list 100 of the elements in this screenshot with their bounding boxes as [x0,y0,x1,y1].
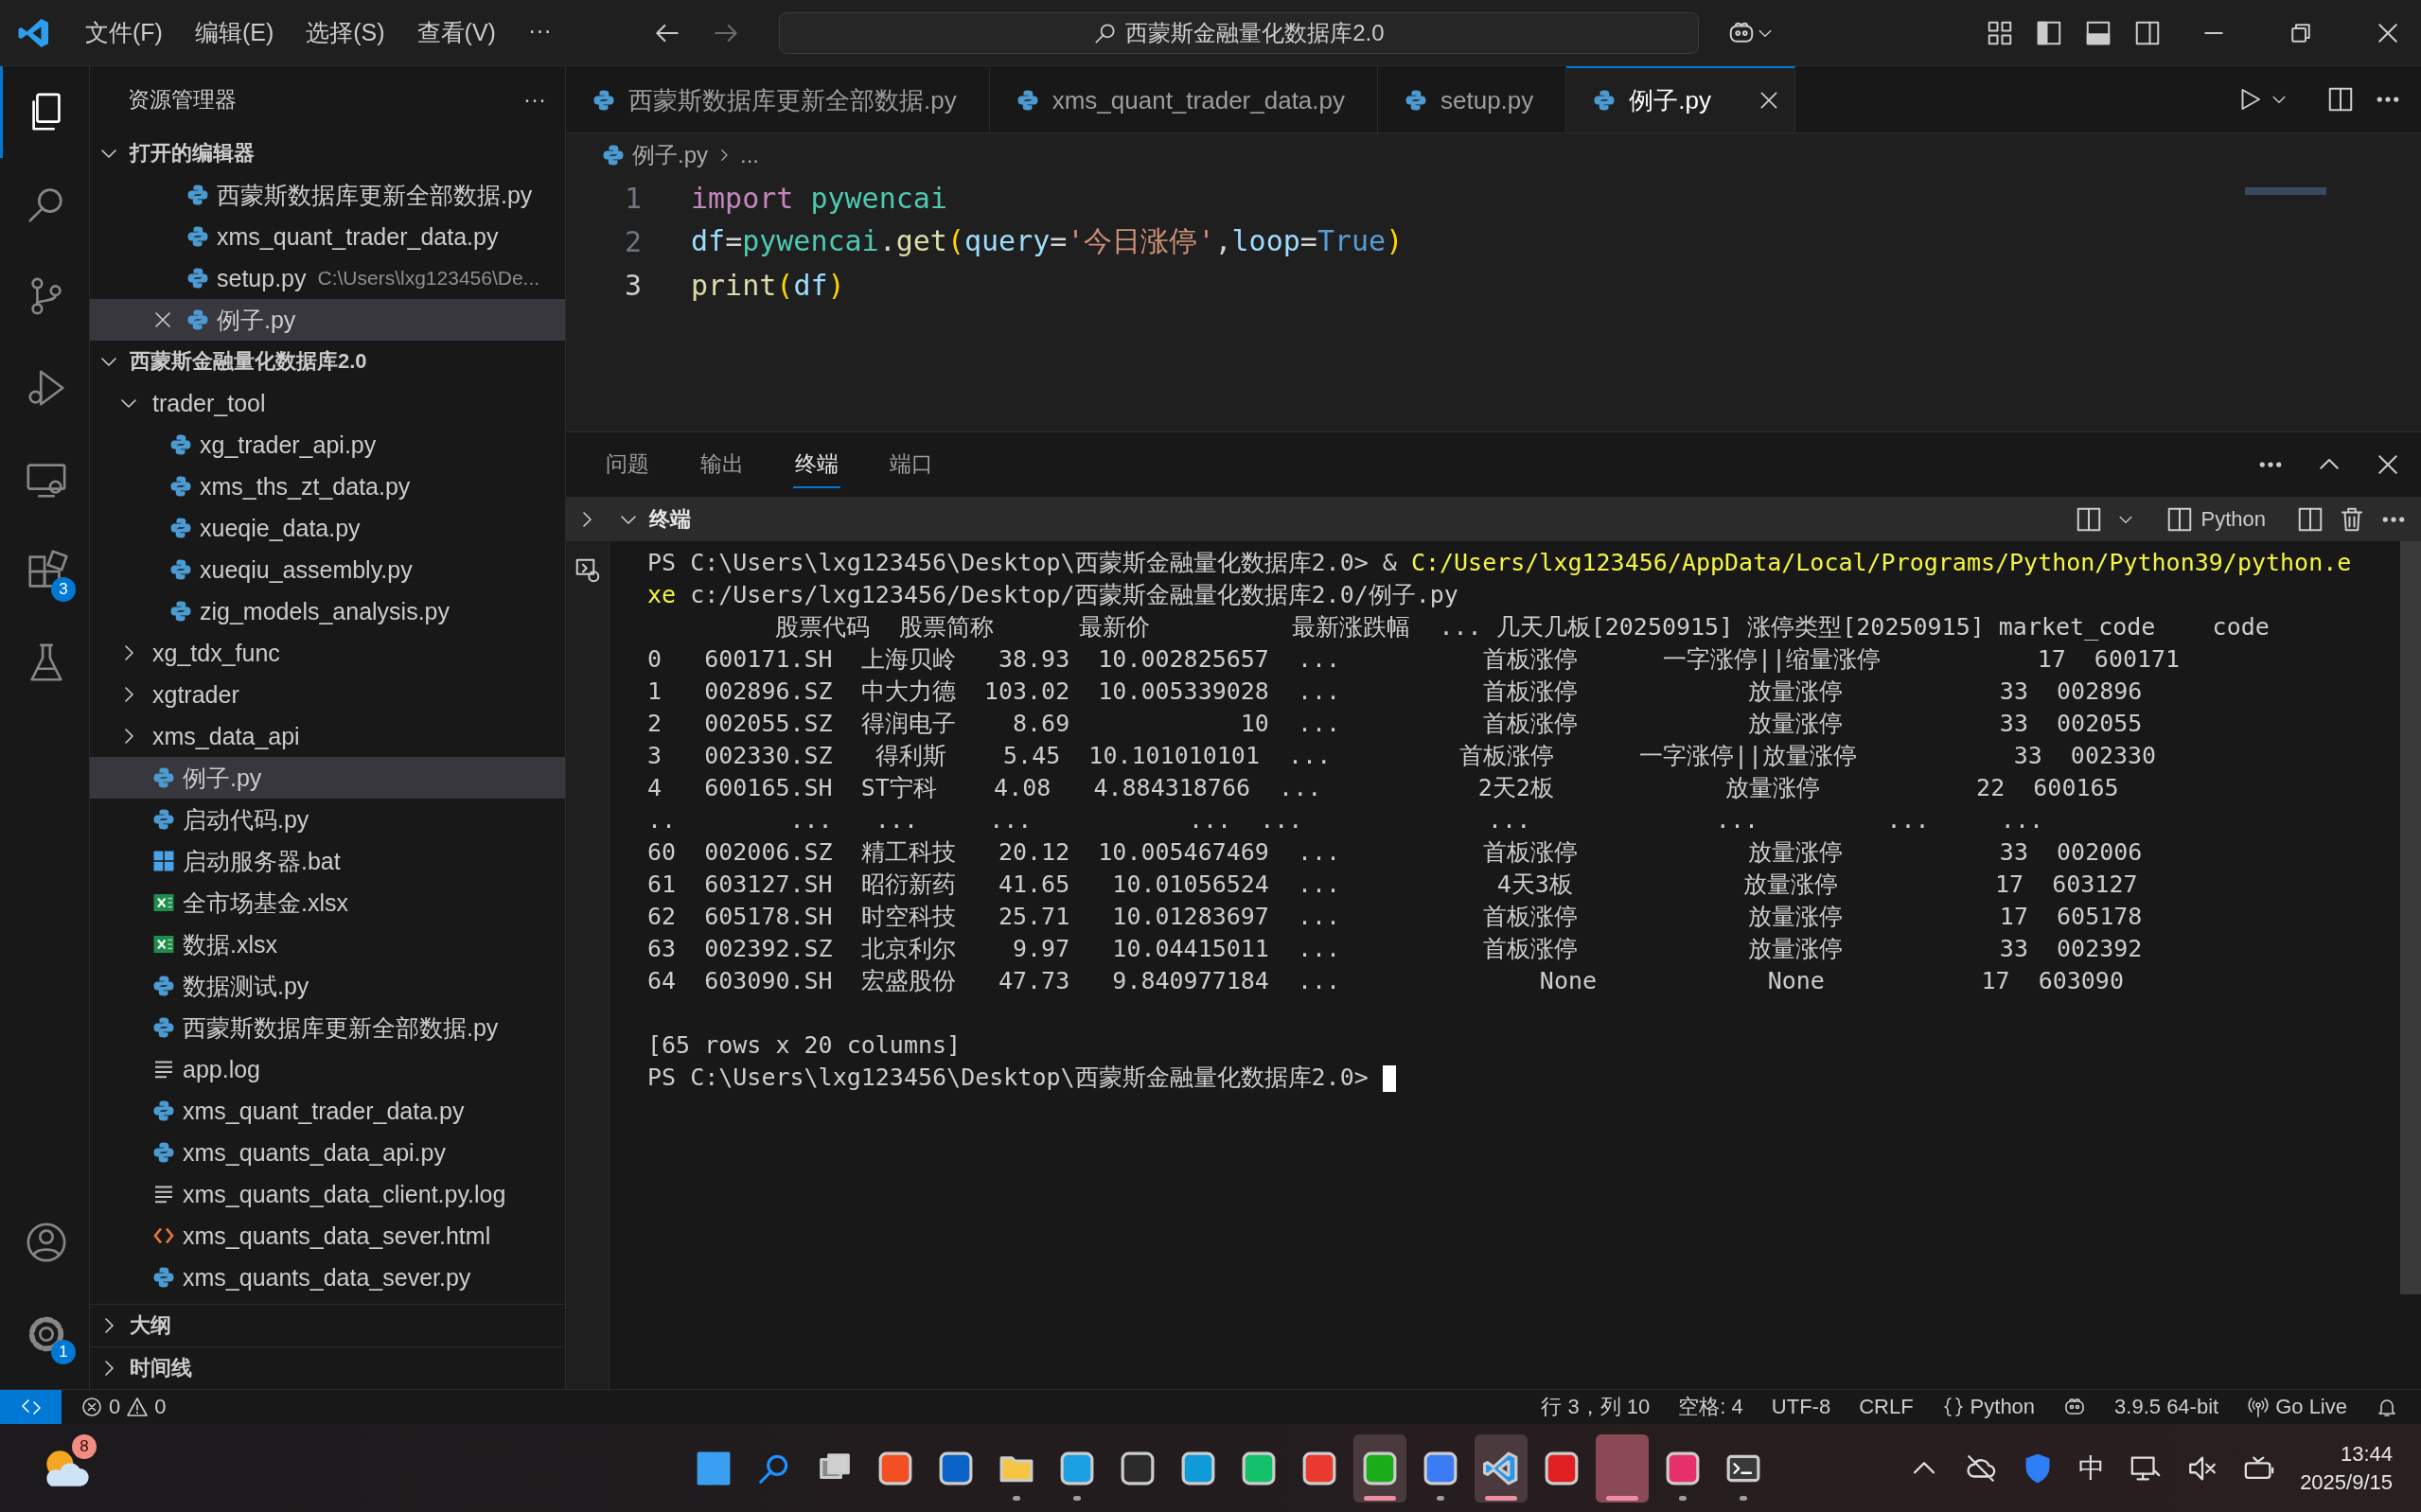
sidebar-title: 资源管理器 [128,85,237,114]
editor-tab[interactable]: xms_quant_trader_data.py [989,66,1378,132]
tree-item[interactable]: 例子.py [90,757,565,799]
menu-item[interactable]: ··· [521,13,557,52]
tree-item[interactable]: 数据测试.py [90,965,565,1007]
code-line: import pywencai [691,181,947,215]
tree-item[interactable]: trader_tool [90,382,565,424]
status-item[interactable]: CRLF [1859,1395,1914,1419]
terminal-line: xe c:/Users/lxg123456/Desktop/西蒙斯金融量化数据库2.0/例子.py [647,580,1459,610]
tree-item[interactable]: 启动代码.py [90,799,565,840]
command-search-field[interactable]: 西蒙斯金融量化数据库2.0 [778,11,1699,54]
code-line: df=pywencai.get(query='今日涨停',loop=True) [691,222,1404,259]
menu-item[interactable]: 文件(F) [80,13,168,52]
tree-item[interactable]: 数据.xlsx [90,923,565,965]
menu-item[interactable]: 查看(V) [411,13,502,52]
python-file-icon [1593,89,1617,112]
editor-tab[interactable]: 例子.py [1566,66,1795,132]
tree-item[interactable]: xms_quants_data_sever.py [90,1257,565,1298]
tree-item[interactable]: 西蒙斯数据库更新全部数据.py [90,174,565,216]
clock-button[interactable]: 13:44 2025/9/15 [2300,1439,2393,1497]
section-header[interactable]: 时间线 [90,1347,565,1389]
terminal-line: 62 605178.SH 时空科技 25.71 10.01283697 ... 首板涨停 放量涨停 17 605178 [647,902,2144,932]
tree-item[interactable]: xueqiu_assembly.py [90,549,565,590]
tree-item[interactable]: xms_quants_data_client.py.log [90,1173,565,1215]
python-file-icon [592,89,615,112]
tree-item[interactable]: xueqie_data.py [90,507,565,549]
tree-item[interactable]: xms_quants_data_sever.html [90,1215,565,1257]
tree-item[interactable]: 西蒙斯数据库更新全部数据.py [90,1007,565,1048]
windows-logo-icon [152,850,175,872]
section-header[interactable]: 打开的编辑器 [90,132,565,174]
python-file-icon [169,558,192,581]
count-badge: 3 [51,577,76,602]
status-item[interactable]: UTF-8 [1771,1395,1831,1419]
python-file-icon [152,766,175,789]
breadcrumb-item[interactable]: ... [740,141,760,168]
panel-tab[interactable]: 端口 [888,441,935,488]
tree-item[interactable]: xg_trader_api.py [90,424,565,466]
taskbar-app-button[interactable] [1353,1433,1406,1503]
terminal-line: [65 rows x 20 columns] [647,1030,963,1061]
section-header[interactable]: 西蒙斯金融量化数据库2.0 [90,341,565,382]
python-file-icon [152,1099,175,1122]
tree-item[interactable]: xgtrader [90,674,565,715]
tree-item[interactable]: xms_quant_trader_data.py [90,216,565,257]
line-number: 2 [623,224,642,258]
code-line: print(df) [691,268,845,302]
tree-item[interactable]: xms_quant_trader_data.py [90,1090,565,1132]
panel-tab[interactable]: 终端 [793,441,840,488]
python-file-icon [169,433,192,456]
python-file-icon [169,517,192,539]
terminal-line: 64 603090.SH 宏盛股份 47.73 9.840977184 ... None None 17 603090 [647,966,2125,996]
spreadsheet-icon [152,891,175,914]
panel-tab[interactable]: 输出 [698,441,746,488]
warning-icon [126,1396,150,1418]
section-header[interactable]: 大纲 [90,1305,565,1346]
go-live-button[interactable]: Go Live [2247,1395,2347,1419]
tree-item[interactable]: 例子.py [90,299,565,341]
python-file-icon [169,600,192,623]
python-file-icon [169,475,192,498]
editor-tab[interactable]: 西蒙斯数据库更新全部数据.py [566,66,990,132]
broadcast-icon [2247,1396,2271,1418]
count-badge: 1 [51,1340,76,1364]
text-lines-icon [152,1183,175,1205]
scrollbar[interactable] [2400,541,2421,1294]
panel-tab[interactable]: 问题 [604,441,651,488]
terminal-line: 2 002055.SZ 得润电子 8.69 10 ... 首板涨停 放量涨停 33 002055 [647,709,2144,739]
tree-item[interactable]: zig_models_analysis.py [90,590,565,632]
more-actions-button[interactable]: ··· [523,86,546,113]
terminal-line: 1 002896.SZ 中大力德 103.02 10.005339028 ... 首板涨停 放量涨停 33 002896 [647,677,2144,707]
status-item[interactable]: 行 3，列 10 [1541,1393,1651,1421]
line-number: 3 [623,268,642,302]
tree-item[interactable]: xms_quants_data_api.py [90,1132,565,1173]
tree-item[interactable]: xms_data_api [90,715,565,757]
terminal-shell-tab[interactable]: Python [2165,504,2266,534]
menu-item[interactable]: 编辑(E) [188,13,280,52]
tree-item[interactable]: app.log [90,1048,565,1090]
tree-item[interactable]: setup.py C:\Users\lxg123456\De... [90,257,565,299]
status-item[interactable]: 3.9.5 64-bit [2114,1395,2219,1419]
tree-item[interactable]: xg_tdx_func [90,632,565,674]
breadcrumb-item[interactable]: 例子.py [632,139,708,170]
error-icon [80,1396,103,1418]
tree-item[interactable]: xms_ths_zt_data.py [90,466,565,507]
input-method-button[interactable]: 中 [2078,1450,2106,1486]
python-file-icon [602,143,625,167]
python-file-icon [186,308,209,331]
language-mode-button[interactable]: Python [1941,1395,2036,1419]
terminal-line: 4 600165.SH ST宁科 4.08 4.884318766 ... 2天2板 放量涨停 22 600165 [647,773,2120,803]
taskbar-app-button[interactable] [1596,1433,1649,1503]
python-file-icon [152,1266,175,1289]
menu-item[interactable]: 选择(S) [300,13,391,52]
terminal-line: .. ... ... ... ... ... ... ... ... ... [647,805,2045,835]
tree-item[interactable]: 启动服务器.bat [90,840,565,882]
split-editor-icon[interactable] [2326,85,2355,114]
problems-button[interactable]: 0 0 [80,1395,167,1419]
taskbar-app-button[interactable] [1475,1433,1528,1503]
text-lines-icon [152,1058,175,1081]
python-file-icon [152,808,175,831]
tree-item[interactable]: 全市场基金.xlsx [90,882,565,923]
file-path-text: C:\Users\lxg123456\De... [317,267,540,290]
terminal-line: 0 600171.SH 上海贝岭 38.93 10.002825657 ... 首板涨停 一字涨停||缩量涨停 17 600171 [647,644,2182,675]
status-item[interactable]: 空格: 4 [1678,1393,1743,1421]
